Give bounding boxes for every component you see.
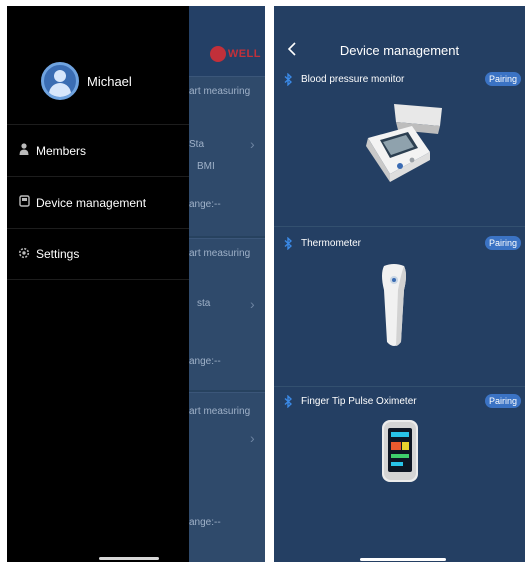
device-name: Finger Tip Pulse Oximeter [301, 395, 417, 407]
device-name: Thermometer [301, 237, 362, 249]
device-icon [17, 195, 31, 210]
divider [274, 386, 525, 387]
menu-item-members[interactable]: Members [7, 124, 189, 176]
background-text: ange:-- [189, 356, 221, 367]
brand-logo: WELL [209, 46, 261, 62]
person-icon [17, 143, 31, 158]
avatar-body [49, 83, 71, 97]
pairing-button[interactable]: Pairing [484, 236, 521, 250]
brand-logo-icon [209, 46, 226, 62]
pairing-button[interactable]: Pairing [484, 72, 521, 86]
device-name: Blood pressure monitor [301, 73, 405, 85]
background-text: art measuring [189, 248, 251, 259]
menu-item-device-management[interactable]: Device management [7, 176, 189, 228]
home-indicator[interactable] [360, 558, 446, 561]
background-text: ange:-- [189, 199, 221, 210]
navigation-drawer: Michael Members Device management Settin… [7, 6, 189, 562]
drawer-menu: Members Device management Settings [7, 124, 189, 280]
blood-pressure-monitor-illustration [366, 104, 442, 182]
bluetooth-icon [283, 72, 293, 86]
page-title: Device management [339, 43, 460, 58]
avatar[interactable] [41, 62, 79, 100]
chevron-right-icon: › [250, 136, 255, 152]
profile-name: Michael [87, 73, 132, 89]
pairing-button[interactable]: Pairing [484, 394, 521, 408]
background-text: Sta [189, 139, 205, 150]
menu-item-settings[interactable]: Settings [7, 228, 189, 280]
home-indicator[interactable] [99, 557, 159, 560]
chevron-right-icon: › [250, 296, 255, 312]
right-phone-screen: Device management Blood pressure monitor… [274, 6, 525, 562]
menu-item-label: Device management [36, 195, 147, 210]
chevron-right-icon: › [250, 430, 255, 446]
background-text: BMI [197, 161, 215, 172]
background-text: art measuring [189, 86, 251, 97]
pulse-oximeter-illustration [382, 420, 418, 482]
menu-item-label: Members [36, 143, 87, 158]
gear-icon [17, 247, 31, 262]
device-card-pulse-oximeter[interactable]: Finger Tip Pulse Oximeter Pairing [274, 390, 525, 546]
profile-header[interactable]: Michael [41, 62, 132, 100]
navigation-bar: Device management [274, 36, 525, 66]
bluetooth-icon [283, 394, 293, 408]
menu-item-label: Settings [36, 247, 80, 261]
background-text: sta [197, 298, 211, 309]
bluetooth-icon [283, 236, 293, 250]
device-card-blood-pressure[interactable]: Blood pressure monitor Pairing [274, 68, 525, 224]
thermometer-illustration [382, 264, 406, 346]
background-text: ange:-- [189, 517, 221, 528]
background-text: art measuring [189, 406, 251, 417]
device-card-thermometer[interactable]: Thermometer Pairing [274, 232, 525, 388]
left-phone-screen: WELL art measuring Sta BMI ange:-- art m… [7, 6, 265, 562]
divider [274, 226, 525, 227]
avatar-head [54, 70, 66, 82]
